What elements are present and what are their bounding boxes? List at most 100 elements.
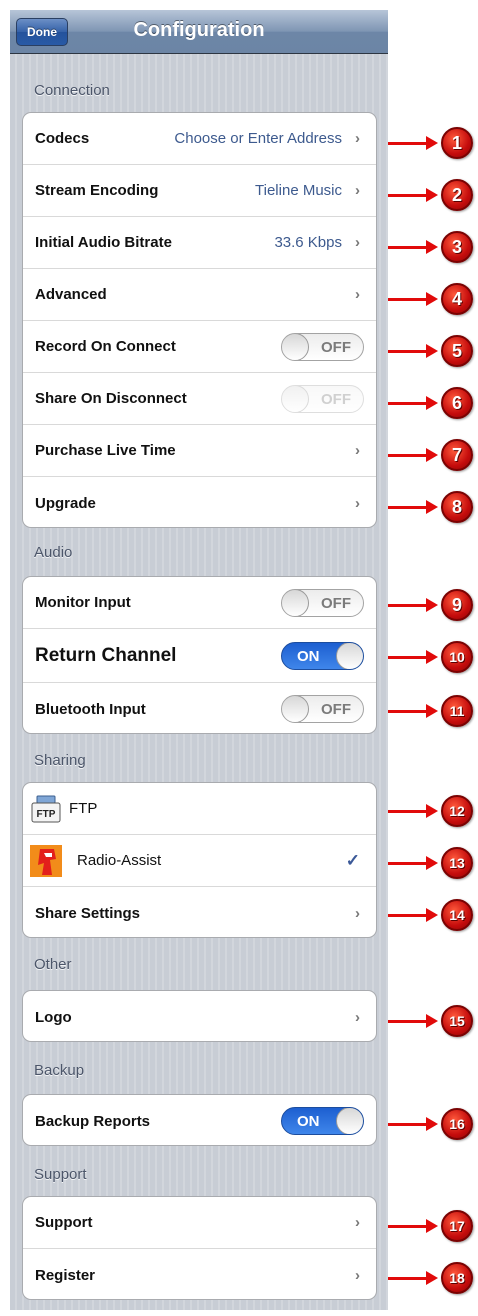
row-register[interactable]: Register › [23, 1249, 376, 1299]
share-on-disconnect-toggle: OFF [281, 384, 364, 413]
callout-number: 17 [441, 1210, 473, 1242]
row-support[interactable]: Support › [23, 1197, 376, 1249]
callout-marker: 9 [388, 589, 478, 621]
chevron-right-icon: › [355, 442, 360, 459]
row-label: Advanced [35, 286, 107, 303]
callout-number: 15 [441, 1005, 473, 1037]
callout-marker: 15 [388, 1005, 478, 1037]
backup-group: Backup Reports ON [22, 1094, 377, 1146]
row-return-channel: Return Channel ON [23, 629, 376, 683]
callout-number: 1 [441, 127, 473, 159]
ftp-icon: FTP [31, 795, 61, 823]
settings-screen: Done Configuration Connection Codecs Cho… [10, 10, 388, 1310]
row-label: Logo [35, 1008, 72, 1026]
row-record-on-connect: Record On Connect OFF [23, 321, 376, 373]
row-label: Codecs [35, 130, 90, 147]
radio-assist-icon [30, 845, 62, 877]
chevron-right-icon: › [355, 182, 360, 199]
connection-group: Codecs Choose or Enter Address › Stream … [22, 112, 377, 528]
toggle-knob [282, 385, 309, 412]
row-label: Upgrade [35, 494, 96, 512]
row-codecs[interactable]: Codecs Choose or Enter Address › [23, 113, 376, 165]
row-value: 33.6 Kbps [274, 234, 342, 251]
row-label: Stream Encoding [35, 182, 159, 199]
monitor-input-toggle[interactable]: OFF [281, 588, 364, 617]
toggle-knob [282, 696, 309, 722]
row-label: Backup Reports [35, 1112, 151, 1130]
row-share-settings[interactable]: Share Settings › [23, 887, 376, 937]
callout-number: 18 [441, 1262, 473, 1294]
row-label: Initial Audio Bitrate [35, 234, 172, 251]
callout-number: 11 [441, 695, 473, 727]
callout-number: 13 [441, 847, 473, 879]
row-value: Tieline Music [255, 182, 342, 199]
toggle-state: ON [297, 1113, 320, 1130]
section-title-connection: Connection [34, 82, 110, 99]
callout-marker: 1 [388, 127, 478, 159]
row-radio-assist[interactable]: Radio-Assist ✓ [23, 835, 376, 887]
chevron-right-icon: › [355, 904, 360, 922]
row-backup-reports: Backup Reports ON [23, 1095, 376, 1145]
toggle-knob [336, 642, 363, 669]
row-label: Monitor Input [35, 594, 131, 611]
chevron-right-icon: › [355, 494, 360, 512]
section-title-backup: Backup [34, 1062, 85, 1079]
callout-marker: 5 [388, 335, 478, 367]
callout-number: 9 [441, 589, 473, 621]
row-monitor-input: Monitor Input OFF [23, 577, 376, 629]
section-title-support: Support [34, 1166, 87, 1183]
section-title-audio: Audio [34, 544, 73, 561]
row-stream-encoding[interactable]: Stream Encoding Tieline Music › [23, 165, 376, 217]
row-label: Share On Disconnect [35, 390, 187, 407]
toggle-state: ON [297, 647, 320, 665]
row-logo[interactable]: Logo › [23, 991, 376, 1041]
row-value: Choose or Enter Address [174, 130, 342, 147]
sharing-group: FTP FTP Radio-Assist ✓ Share Settings › [22, 782, 377, 938]
callout-number: 5 [441, 335, 473, 367]
chevron-right-icon: › [355, 286, 360, 303]
chevron-right-icon: › [355, 130, 360, 147]
row-advanced[interactable]: Advanced › [23, 269, 376, 321]
callout-marker: 14 [388, 899, 478, 931]
row-share-on-disconnect: Share On Disconnect OFF [23, 373, 376, 425]
callout-number: 12 [441, 795, 473, 827]
callout-number: 6 [441, 387, 473, 419]
row-label: Return Channel [35, 644, 177, 666]
toggle-state: OFF [321, 390, 351, 408]
return-channel-toggle[interactable]: ON [281, 641, 364, 670]
chevron-right-icon: › [355, 234, 360, 251]
callout-marker: 3 [388, 231, 478, 263]
callout-number: 2 [441, 179, 473, 211]
audio-group: Monitor Input OFF Return Channel ON Blue… [22, 576, 377, 734]
row-label: Bluetooth Input [35, 700, 146, 718]
row-upgrade[interactable]: Upgrade › [23, 477, 376, 527]
callout-marker: 13 [388, 847, 478, 879]
chevron-right-icon: › [355, 1266, 360, 1284]
callout-number: 14 [441, 899, 473, 931]
callout-marker: 7 [388, 439, 478, 471]
row-label: Record On Connect [35, 338, 176, 355]
row-label: Radio-Assist [77, 852, 162, 869]
callout-marker: 11 [388, 695, 478, 727]
row-ftp[interactable]: FTP FTP [23, 783, 376, 835]
row-purchase-live-time[interactable]: Purchase Live Time › [23, 425, 376, 477]
callout-marker: 8 [388, 491, 478, 523]
section-title-sharing: Sharing [34, 752, 86, 769]
callout-number: 8 [441, 491, 473, 523]
other-group: Logo › [22, 990, 377, 1042]
backup-reports-toggle[interactable]: ON [281, 1107, 364, 1135]
callout-marker: 4 [388, 283, 478, 315]
page-title: Configuration [133, 19, 265, 41]
bluetooth-input-toggle[interactable]: OFF [281, 695, 364, 723]
row-initial-audio-bitrate[interactable]: Initial Audio Bitrate 33.6 Kbps › [23, 217, 376, 269]
support-group: Support › Register › [22, 1196, 377, 1300]
row-label: Purchase Live Time [35, 442, 176, 459]
toggle-state: OFF [321, 701, 351, 718]
chevron-right-icon: › [355, 1214, 360, 1231]
callout-marker: 18 [388, 1262, 478, 1294]
callout-number: 3 [441, 231, 473, 263]
navigation-bar: Done Configuration [10, 10, 388, 54]
toggle-knob [282, 333, 309, 360]
record-on-connect-toggle[interactable]: OFF [281, 332, 364, 361]
toggle-knob [336, 1108, 363, 1134]
